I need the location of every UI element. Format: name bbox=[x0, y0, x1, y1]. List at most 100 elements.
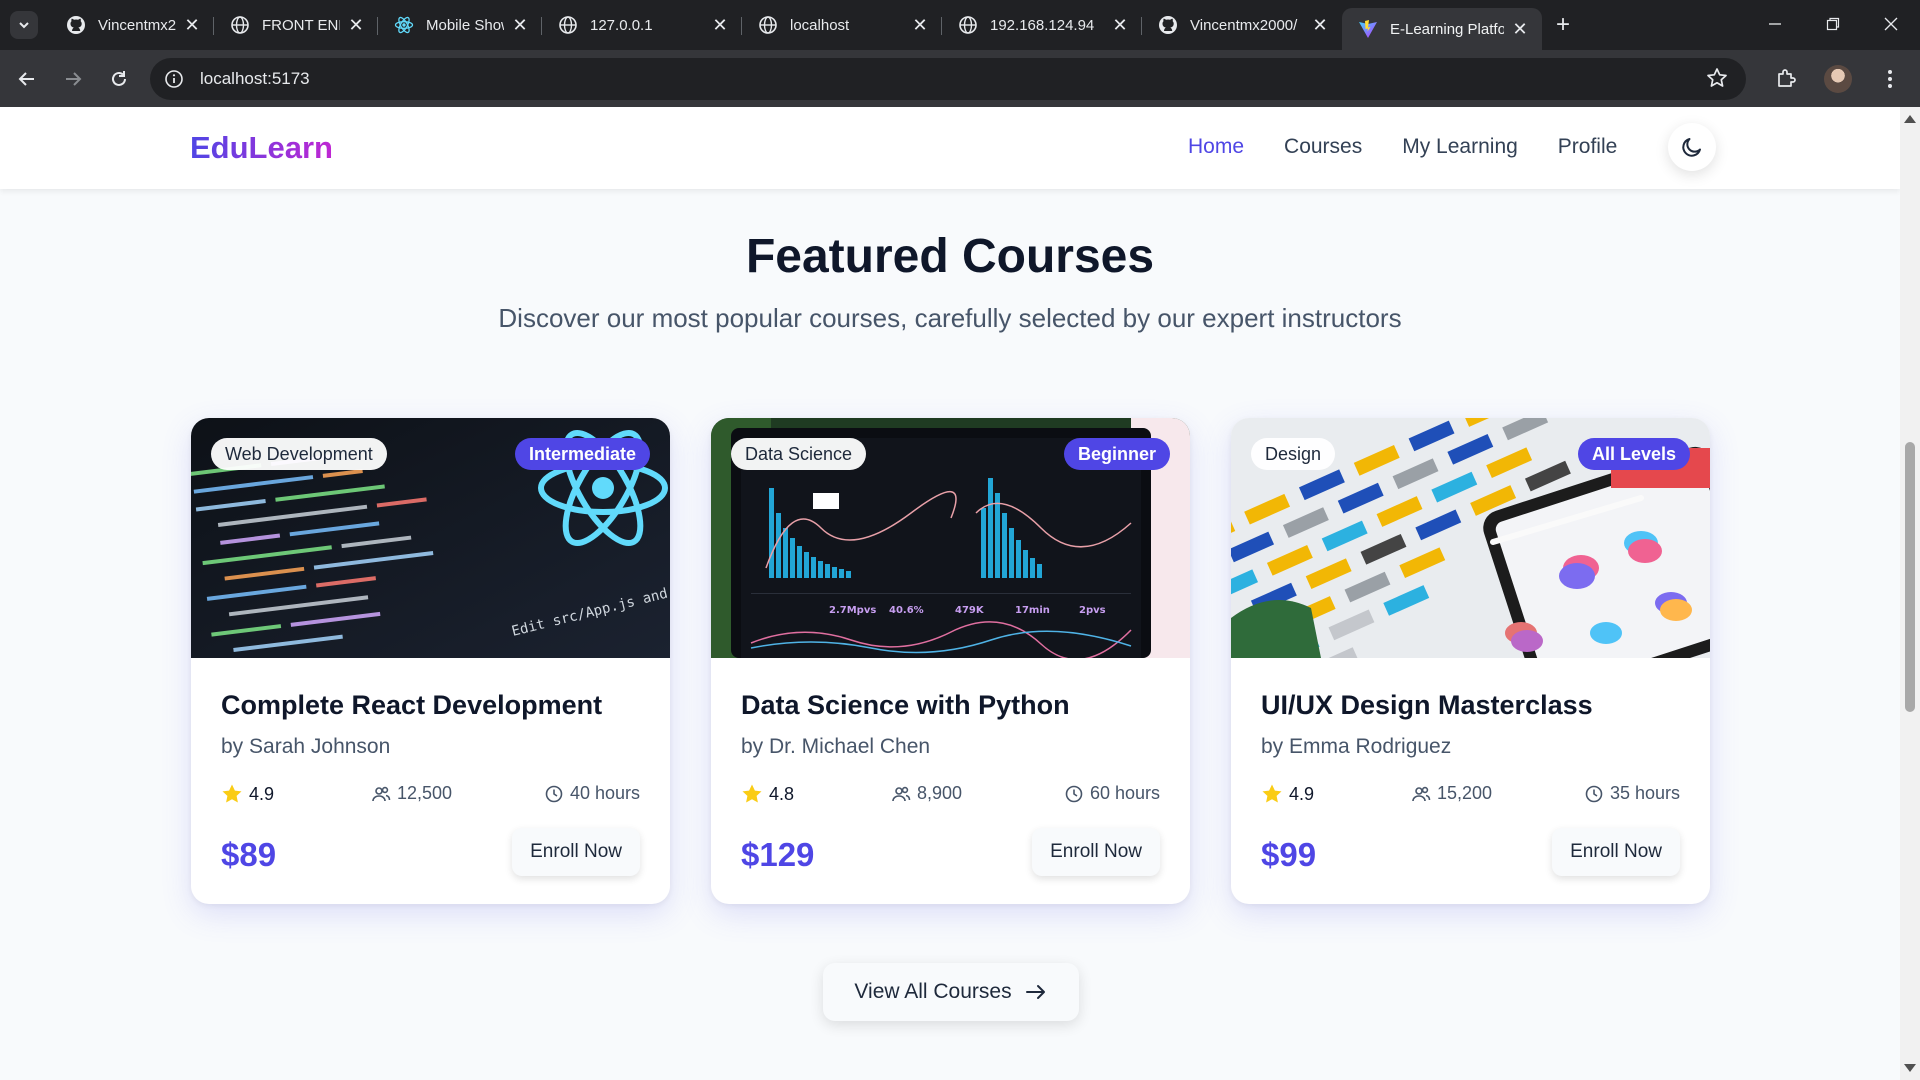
clock-icon bbox=[1584, 784, 1604, 804]
course-title[interactable]: UI/UX Design Masterclass bbox=[1261, 690, 1593, 721]
browser-tab-4[interactable]: 127.0.0.1 ✕ bbox=[542, 0, 742, 50]
browser-tab-7[interactable]: Vincentmx2000/ ✕ bbox=[1142, 0, 1342, 50]
browser-tab-2[interactable]: FRONT END ✕ bbox=[214, 0, 378, 50]
github-icon bbox=[66, 15, 86, 35]
globe-icon bbox=[230, 15, 250, 35]
new-tab-button[interactable]: + bbox=[1548, 10, 1578, 40]
menu-button[interactable] bbox=[1868, 57, 1912, 101]
scroll-down-arrow-icon[interactable] bbox=[1904, 1064, 1916, 1072]
course-rating: 4.8 bbox=[741, 783, 794, 805]
react-icon bbox=[394, 15, 414, 35]
close-icon[interactable]: ✕ bbox=[710, 15, 730, 35]
view-all-courses-button[interactable]: View All Courses bbox=[823, 963, 1079, 1021]
scrollbar-thumb[interactable] bbox=[1905, 442, 1915, 712]
restore-button[interactable] bbox=[1804, 0, 1862, 48]
minimize-button[interactable] bbox=[1746, 0, 1804, 48]
arrow-right-icon bbox=[1024, 980, 1048, 1004]
kebab-menu-icon bbox=[1888, 69, 1892, 88]
category-badge: Design bbox=[1251, 438, 1336, 470]
close-window-button[interactable] bbox=[1862, 0, 1920, 48]
course-instructor: by Sarah Johnson bbox=[221, 735, 391, 758]
tab-title: FRONT END bbox=[262, 16, 340, 34]
course-card-data-science[interactable]: 2.7Mpvs 40.6% 479K 17min 2pvs Data Scien… bbox=[711, 418, 1190, 904]
profile-button[interactable] bbox=[1816, 57, 1860, 101]
star-icon bbox=[741, 783, 763, 805]
browser-tab-6[interactable]: 192.168.124.94 ✕ bbox=[942, 0, 1142, 50]
browser-tab-5[interactable]: localhost ✕ bbox=[742, 0, 942, 50]
scroll-up-arrow-icon[interactable] bbox=[1904, 115, 1916, 123]
rating-value: 4.9 bbox=[249, 783, 275, 804]
page-scrollbar[interactable] bbox=[1900, 107, 1920, 1080]
extensions-button[interactable] bbox=[1764, 57, 1808, 101]
duration-value: 40 hours bbox=[569, 783, 640, 803]
metric-5: 2pvs bbox=[1079, 605, 1106, 616]
close-icon[interactable]: ✕ bbox=[1310, 15, 1330, 35]
students-count: 15,200 bbox=[1437, 783, 1493, 803]
forward-button[interactable] bbox=[52, 58, 94, 100]
metric-3: 479K bbox=[955, 605, 985, 616]
course-instructor: by Emma Rodriguez bbox=[1261, 735, 1452, 758]
url-text[interactable]: localhost:5173 bbox=[200, 69, 310, 89]
tab-title: E-Learning Platfo bbox=[1390, 20, 1504, 38]
course-instructor: by Dr. Michael Chen bbox=[741, 735, 931, 758]
theme-toggle-button[interactable] bbox=[1668, 123, 1716, 171]
arrow-right-icon bbox=[66, 71, 82, 86]
main-nav: Home Courses My Learning Profile bbox=[1188, 135, 1657, 159]
toolbar-right bbox=[1764, 50, 1920, 107]
nav-link-my-learning[interactable]: My Learning bbox=[1402, 135, 1518, 159]
metric-4: 17min bbox=[1015, 605, 1050, 616]
tab-title: 127.0.0.1 bbox=[590, 16, 653, 34]
course-image-ui-ux: Design All Levels bbox=[1231, 418, 1710, 658]
duration-value: 35 hours bbox=[1609, 783, 1680, 803]
site-info-icon[interactable] bbox=[162, 67, 186, 91]
duration-value: 60 hours bbox=[1089, 783, 1160, 803]
section-title: Featured Courses bbox=[745, 230, 1155, 283]
enroll-button[interactable]: Enroll Now bbox=[1032, 828, 1160, 876]
tab-search-button[interactable] bbox=[10, 11, 38, 39]
address-bar[interactable]: localhost:5173 bbox=[150, 58, 1746, 100]
users-icon bbox=[371, 784, 391, 804]
page-viewport: EduLearn Home Courses My Learning Profil… bbox=[0, 107, 1900, 1080]
tab-title: Vincentmx2000/ bbox=[98, 16, 176, 34]
enroll-button[interactable]: Enroll Now bbox=[512, 828, 640, 876]
course-card-ui-ux[interactable]: Design All Levels UI/UX Design Mastercla… bbox=[1231, 418, 1710, 904]
close-icon[interactable]: ✕ bbox=[346, 15, 366, 35]
vite-icon bbox=[1358, 19, 1378, 39]
nav-link-home[interactable]: Home bbox=[1188, 135, 1244, 159]
close-icon[interactable]: ✕ bbox=[1510, 19, 1530, 39]
course-title[interactable]: Data Science with Python bbox=[741, 690, 1070, 721]
course-card-react[interactable]: Edit src/App.js and save to reload. Lear… bbox=[191, 418, 670, 904]
browser-tab-active[interactable]: E-Learning Platfo ✕ bbox=[1342, 8, 1542, 50]
view-all-label: View All Courses bbox=[854, 980, 1012, 1003]
reload-button[interactable] bbox=[98, 58, 140, 100]
back-button[interactable] bbox=[6, 58, 48, 100]
close-icon[interactable]: ✕ bbox=[910, 15, 930, 35]
moon-icon bbox=[1682, 138, 1701, 157]
course-duration: 40 hours bbox=[544, 783, 640, 804]
close-icon[interactable]: ✕ bbox=[1110, 15, 1130, 35]
chevron-down-icon bbox=[19, 22, 29, 29]
course-image-react: Edit src/App.js and save to reload. Lear… bbox=[191, 418, 670, 658]
course-title[interactable]: Complete React Development bbox=[221, 690, 602, 721]
close-icon[interactable]: ✕ bbox=[510, 15, 530, 35]
course-duration: 60 hours bbox=[1064, 783, 1160, 804]
browser-tab-1[interactable]: Vincentmx2000/ ✕ bbox=[50, 0, 214, 50]
close-icon[interactable]: ✕ bbox=[182, 15, 202, 35]
bookmark-star-icon[interactable] bbox=[1706, 67, 1728, 94]
nav-link-profile[interactable]: Profile bbox=[1558, 135, 1618, 159]
site-logo[interactable]: EduLearn bbox=[190, 130, 333, 166]
enroll-button[interactable]: Enroll Now bbox=[1552, 828, 1680, 876]
globe-icon bbox=[758, 15, 778, 35]
restore-icon bbox=[1826, 17, 1840, 31]
course-price: $89 bbox=[221, 836, 277, 873]
clock-icon bbox=[544, 784, 564, 804]
browser-tab-3[interactable]: Mobile Showroo ✕ bbox=[378, 0, 542, 50]
tab-title: Vincentmx2000/ bbox=[1190, 16, 1298, 34]
browser-tab-strip: Vincentmx2000/ ✕ FRONT END ✕ Mobile Show… bbox=[0, 0, 1920, 50]
metric-1: 2.7Mpvs bbox=[829, 605, 876, 616]
rating-value: 4.8 bbox=[769, 783, 795, 804]
reload-icon bbox=[112, 70, 126, 86]
arrow-left-icon bbox=[18, 71, 34, 86]
course-stats: 4.9 12,500 40 hours bbox=[221, 783, 640, 811]
nav-link-courses[interactable]: Courses bbox=[1284, 135, 1362, 159]
